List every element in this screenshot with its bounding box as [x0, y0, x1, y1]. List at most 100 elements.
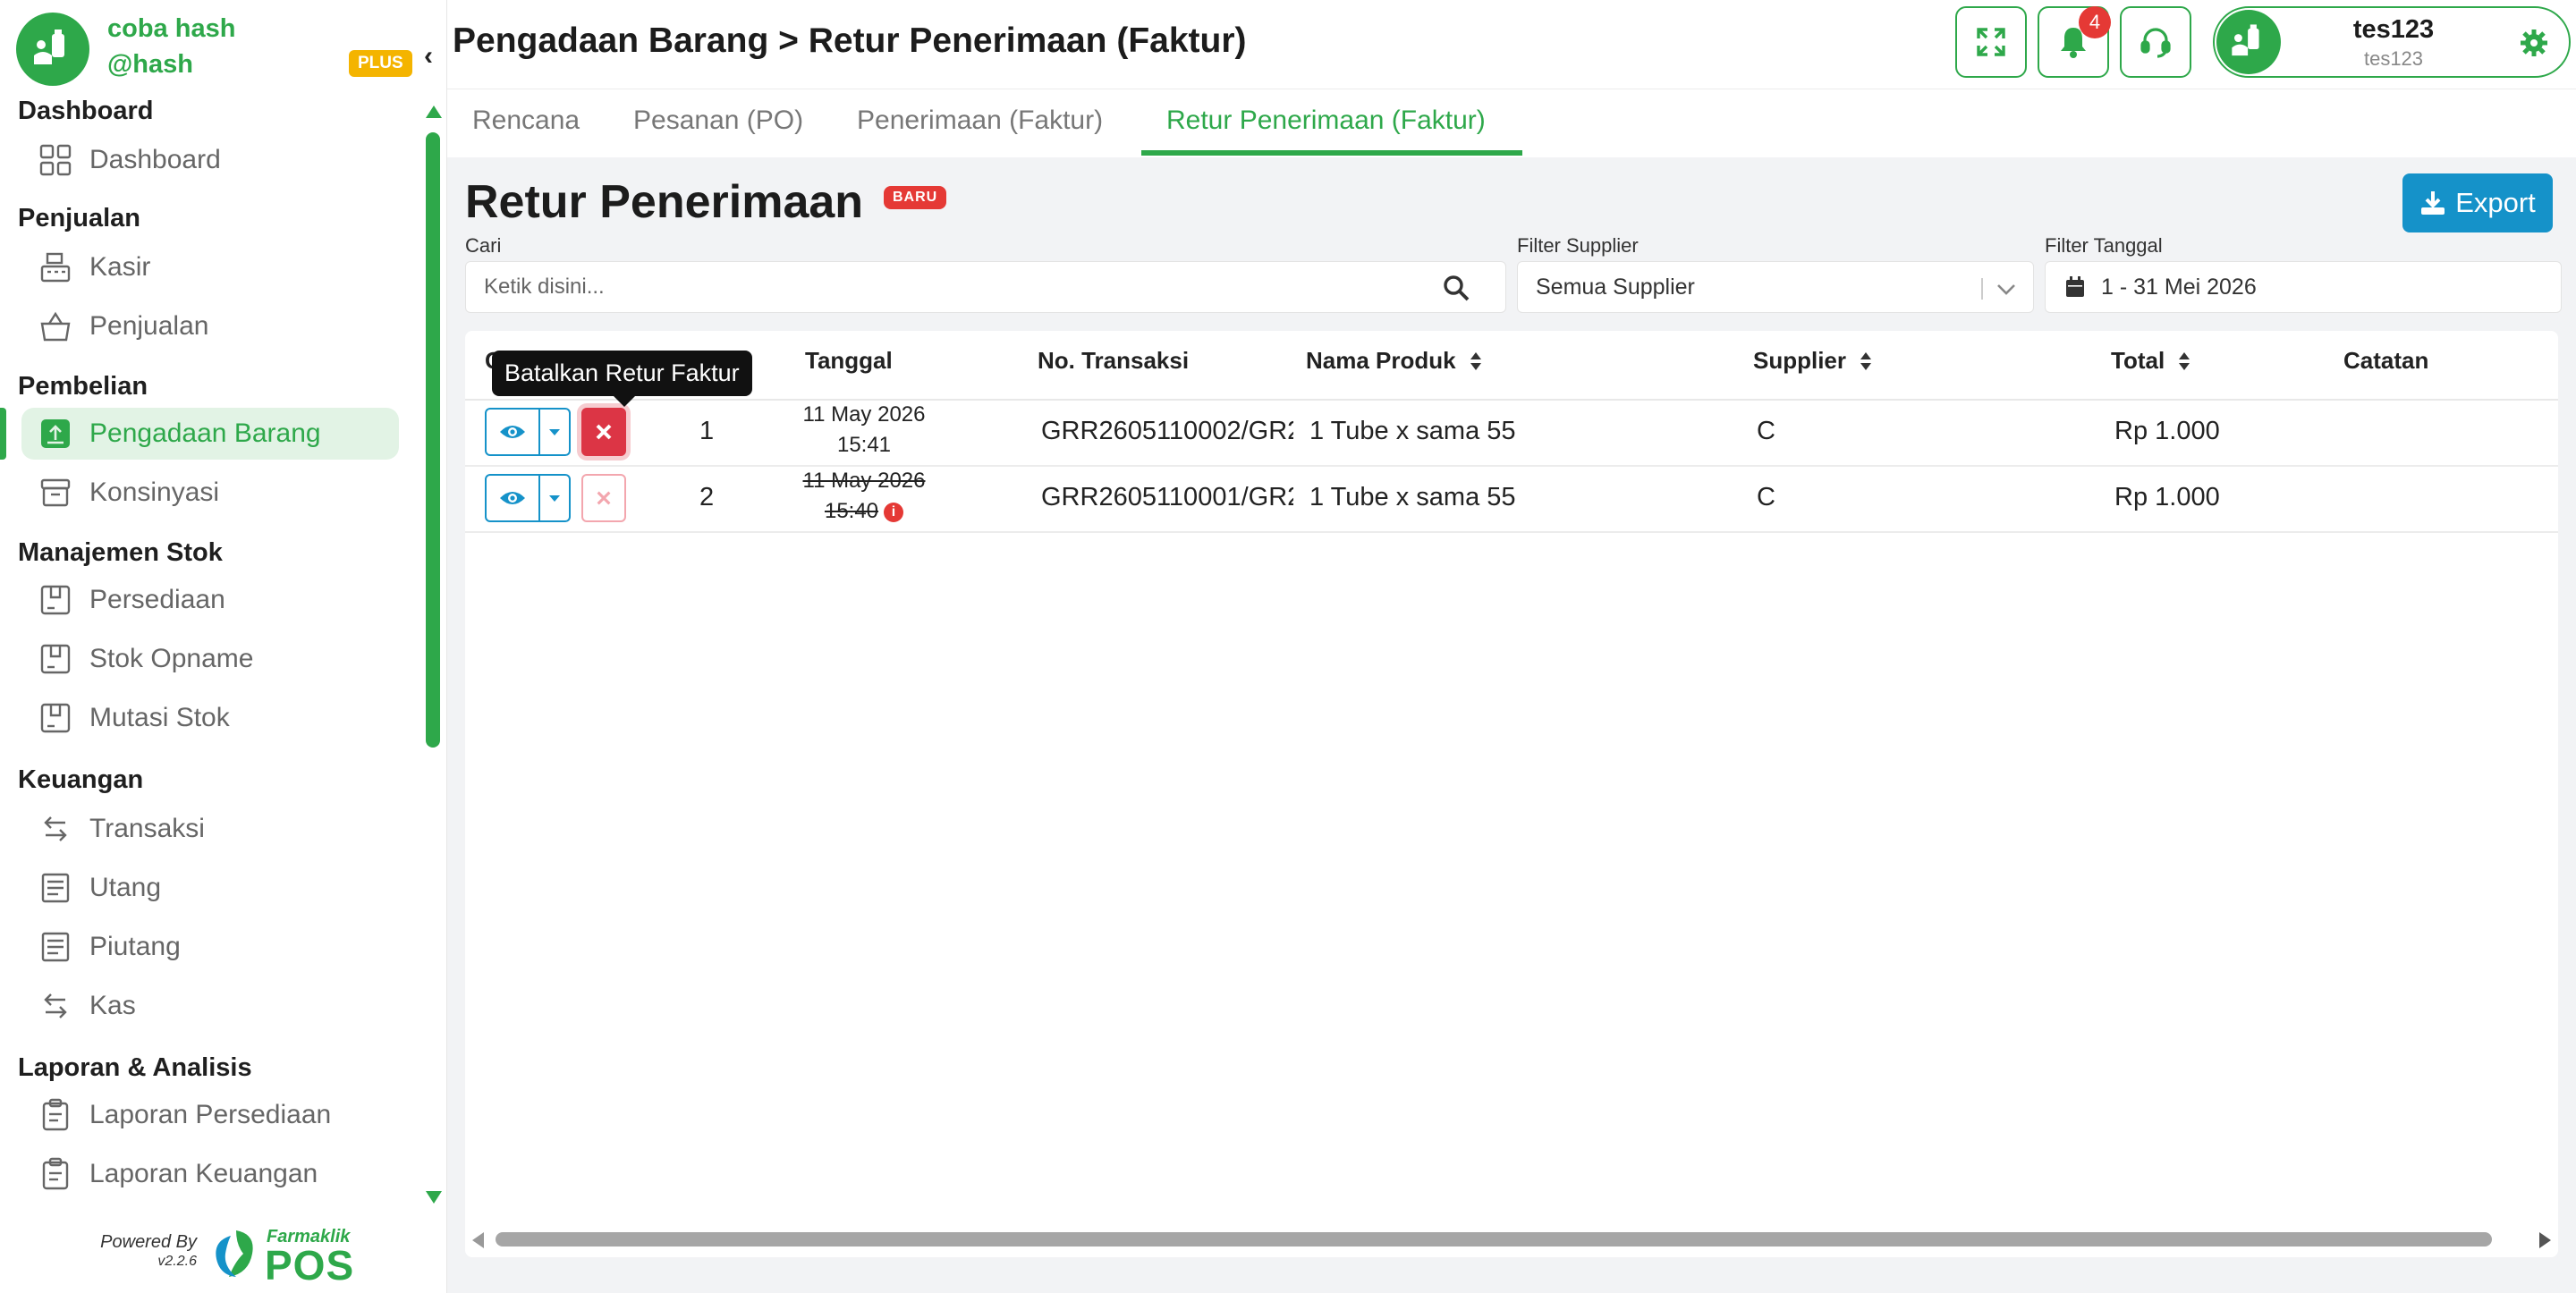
cancel-retur-button-disabled[interactable]: [581, 474, 626, 522]
tab-pesanan-po[interactable]: Pesanan (PO): [633, 106, 803, 152]
scroll-down-icon[interactable]: [426, 1191, 442, 1204]
table-header-divider: [465, 399, 2558, 401]
farmaklik-mark-icon: [216, 1230, 253, 1277]
support-button[interactable]: [2120, 6, 2191, 78]
row-supplier: C: [1757, 417, 1775, 445]
sort-icon[interactable]: [2177, 351, 2191, 372]
sidebar-item-penjualan[interactable]: Penjualan: [21, 300, 399, 352]
active-indicator: [0, 408, 6, 460]
sidebar-item-mutasi-stok[interactable]: Mutasi Stok: [21, 692, 399, 744]
view-button[interactable]: [487, 476, 540, 520]
inbox-upload-icon: [36, 414, 75, 453]
more-actions-dropdown[interactable]: [540, 410, 569, 454]
scroll-thumb[interactable]: [426, 132, 440, 748]
close-icon: [596, 424, 612, 440]
user-menu[interactable]: tes123 tes123: [2213, 6, 2571, 78]
sidebar-scrollbar[interactable]: [424, 106, 442, 1205]
row-divider: [465, 531, 2558, 533]
row-transaction-no: GRR2605110002/GR2: [1041, 417, 1293, 445]
scroll-up-icon[interactable]: [426, 106, 442, 118]
brand: coba hash @hash PLUS ‹: [16, 11, 436, 88]
archive-icon: [36, 473, 75, 512]
more-actions-dropdown[interactable]: [540, 476, 569, 520]
sidebar-item-kas[interactable]: Kas: [21, 980, 399, 1032]
date-filter-label: Filter Tanggal: [2045, 234, 2163, 257]
tab-penerimaan-faktur[interactable]: Penerimaan (Faktur): [857, 106, 1103, 152]
search-input[interactable]: [484, 275, 1432, 300]
tooltip: Batalkan Retur Faktur: [492, 351, 752, 407]
row-date: 11 May 2026: [802, 469, 926, 493]
calendar-icon: [2066, 276, 2084, 297]
column-header-nama-produk[interactable]: Nama Produk: [1306, 347, 1483, 375]
select-separator: [1981, 278, 1983, 300]
caret-down-icon: [549, 429, 560, 435]
grid-icon: [36, 140, 75, 180]
date-filter-input[interactable]: 1 - 31 Mei 2026: [2045, 261, 2562, 313]
view-button[interactable]: [487, 410, 540, 454]
swap-arrows-icon: [36, 809, 75, 849]
search-icon[interactable]: [1443, 275, 1470, 301]
cancel-retur-button[interactable]: [581, 408, 626, 456]
section-heading: Retur Penerimaan: [465, 176, 864, 228]
table-horizontal-scrollbar[interactable]: [465, 1229, 2558, 1250]
supplier-filter-select[interactable]: Semua Supplier: [1517, 261, 2034, 313]
receipt-icon: [36, 868, 75, 908]
box-icon: [36, 580, 75, 620]
sidebar-item-persediaan[interactable]: Persediaan: [21, 574, 399, 626]
top-bar: Pengadaan Barang > Retur Penerimaan (Fak…: [447, 0, 2576, 89]
plan-badge: PLUS: [349, 50, 412, 77]
tab-retur-penerimaan-faktur[interactable]: Retur Penerimaan (Faktur): [1166, 106, 1486, 152]
sidebar-item-laporan-keuangan[interactable]: Laporan Keuangan: [21, 1148, 399, 1200]
date-filter-value: 1 - 31 Mei 2026: [2101, 274, 2257, 300]
app-version: v2.2.6: [157, 1254, 197, 1269]
user-name: tes123: [2352, 15, 2435, 44]
row-total: Rp 1.000: [2114, 483, 2220, 511]
notifications-button[interactable]: 4: [2038, 6, 2111, 78]
scroll-right-icon[interactable]: [2539, 1232, 2551, 1248]
column-header-supplier[interactable]: Supplier: [1753, 347, 1873, 375]
section-laporan-analisis: Laporan & Analisis: [18, 1053, 252, 1082]
row-supplier: C: [1757, 483, 1775, 511]
eye-icon: [500, 426, 525, 438]
sidebar-item-dashboard[interactable]: Dashboard: [21, 134, 399, 186]
sidebar-item-kasir[interactable]: Kasir: [21, 241, 399, 293]
search-label: Cari: [465, 234, 502, 257]
clipboard-icon: [36, 1154, 75, 1194]
sort-icon[interactable]: [1859, 351, 1873, 372]
section-penjualan: Penjualan: [18, 204, 140, 232]
active-tab-indicator: [1141, 150, 1522, 156]
user-subtitle: tes123: [2363, 47, 2424, 70]
headset-icon: [2140, 28, 2171, 58]
sidebar-item-konsinyasi[interactable]: Konsinyasi: [21, 467, 399, 519]
sort-icon[interactable]: [1469, 351, 1483, 372]
tab-bar: Rencana Pesanan (PO) Penerimaan (Faktur)…: [447, 89, 2576, 157]
box-icon: [36, 639, 75, 679]
row-time: 15:41: [836, 433, 892, 457]
gear-icon[interactable]: [2519, 28, 2549, 63]
view-button-group: [485, 474, 571, 522]
sidebar-item-stok-opname[interactable]: Stok Opname: [21, 633, 399, 685]
scroll-left-icon[interactable]: [472, 1232, 484, 1248]
fullscreen-button[interactable]: [1955, 6, 2027, 78]
info-icon[interactable]: i: [884, 502, 904, 522]
basket-icon: [36, 307, 75, 346]
clipboard-icon: [36, 1095, 75, 1135]
row-time-wrap: 15:40 i: [784, 499, 945, 524]
sidebar-item-laporan-persediaan[interactable]: Laporan Persediaan: [21, 1089, 399, 1141]
sidebar-item-utang[interactable]: Utang: [21, 862, 399, 914]
sidebar-item-pengadaan-barang[interactable]: Pengadaan Barang: [21, 408, 399, 460]
caret-down-icon: [549, 495, 560, 502]
export-button[interactable]: Export: [2402, 173, 2553, 232]
section-manajemen-stok: Manajemen Stok: [18, 538, 223, 567]
column-header-total[interactable]: Total: [2111, 347, 2191, 375]
sidebar-item-transaksi[interactable]: Transaksi: [21, 803, 399, 855]
receipt-icon: [36, 927, 75, 967]
main-content: Retur Penerimaan BARU Export Cari Filter…: [447, 157, 2576, 1293]
scroll-thumb[interactable]: [496, 1232, 2492, 1247]
row-product: 1 Tube x sama 55: [1309, 417, 1516, 445]
row-date: 11 May 2026: [802, 402, 926, 427]
sidebar-item-piutang[interactable]: Piutang: [21, 921, 399, 973]
collapse-sidebar-icon[interactable]: ‹: [424, 41, 433, 72]
section-dashboard: Dashboard: [18, 97, 154, 125]
tab-rencana[interactable]: Rencana: [472, 106, 580, 152]
